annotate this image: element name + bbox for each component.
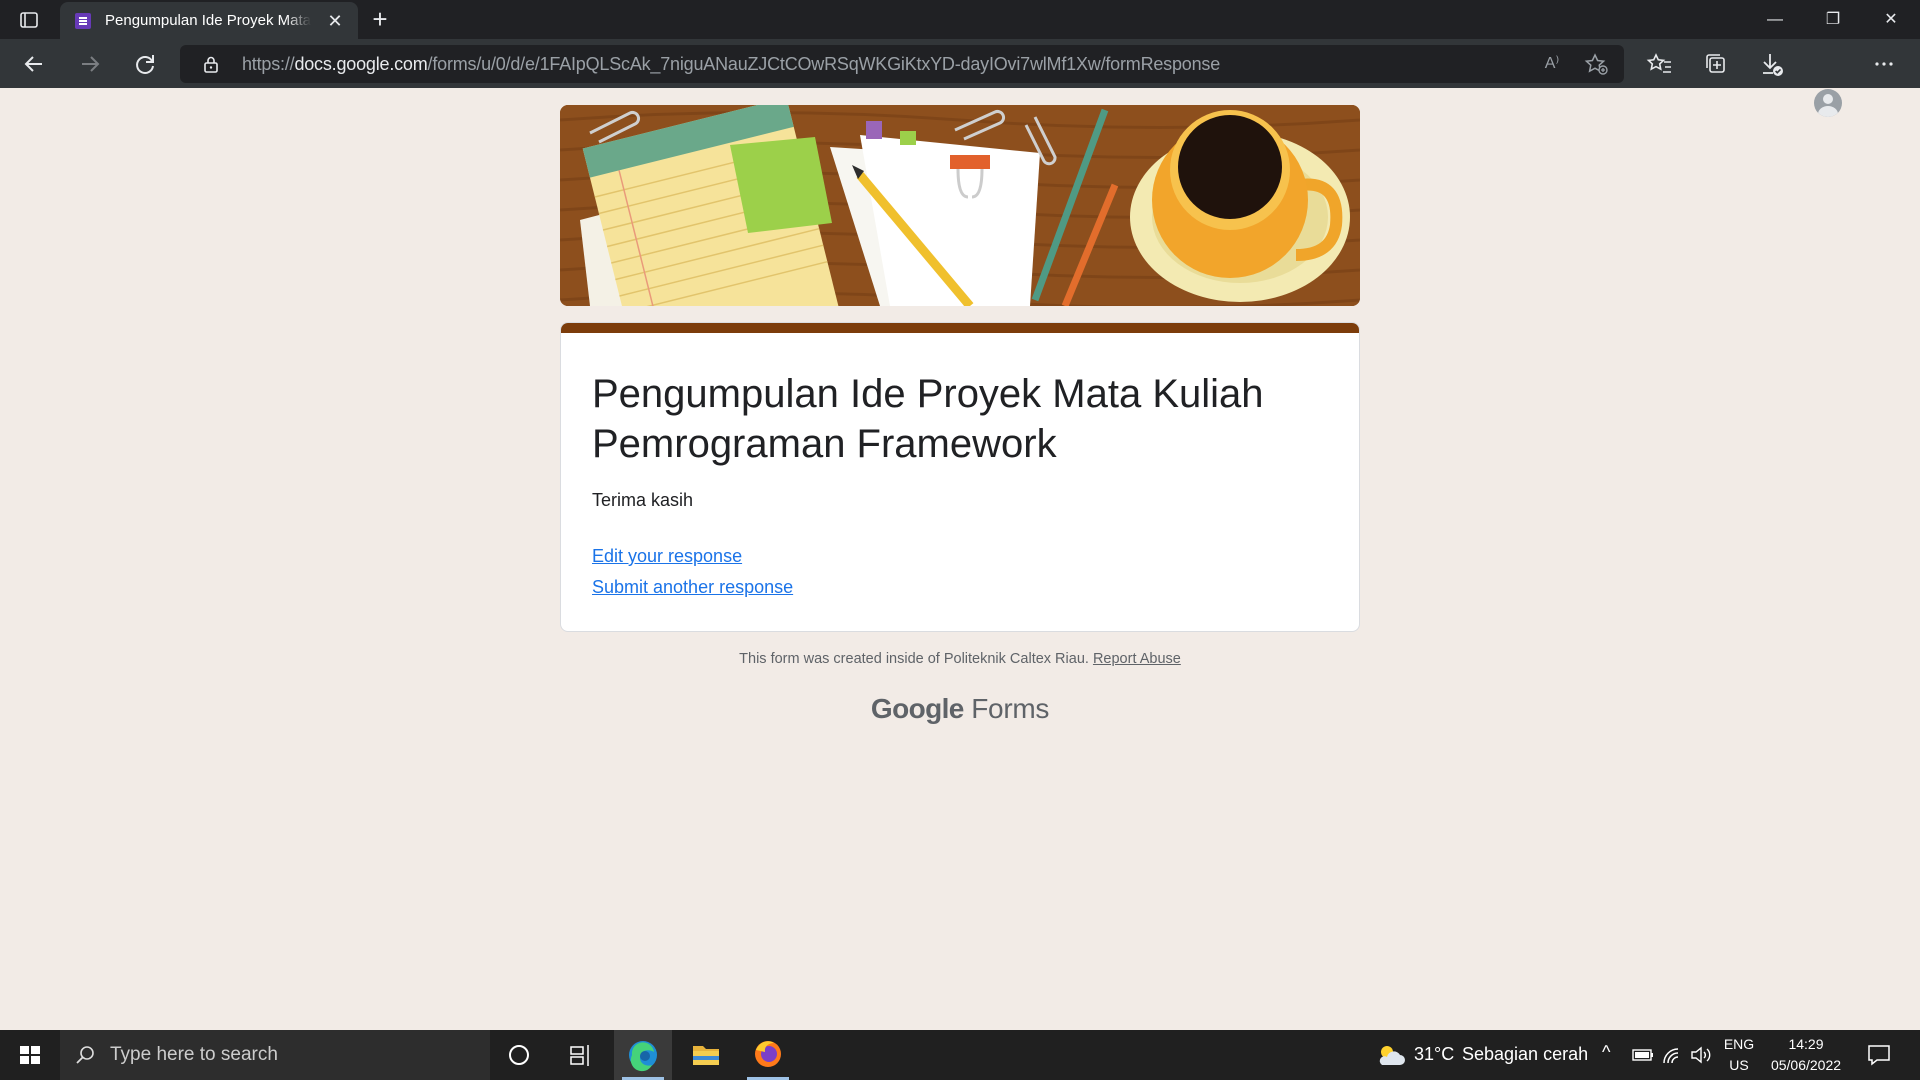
edge-taskbar-icon[interactable]	[614, 1030, 672, 1080]
google-forms-favicon-icon	[75, 13, 91, 29]
form-header-banner-image	[560, 105, 1360, 306]
search-placeholder: Type here to search	[110, 1044, 278, 1065]
back-button[interactable]	[16, 46, 52, 82]
profile-avatar-icon[interactable]	[1814, 89, 1842, 117]
clock-date[interactable]: 05/06/2022	[1764, 1057, 1848, 1073]
file-explorer-icon[interactable]	[677, 1030, 735, 1080]
taskbar-search-box[interactable]: Type here to search	[60, 1030, 490, 1080]
battery-icon[interactable]	[1632, 1046, 1654, 1069]
tab-close-icon[interactable]: ✕	[324, 10, 346, 32]
window-restore-button[interactable]: ❐	[1810, 4, 1856, 36]
volume-icon[interactable]	[1689, 1045, 1713, 1070]
firefox-icon[interactable]	[739, 1030, 797, 1080]
window-close-button[interactable]: ✕	[1868, 4, 1914, 36]
weather-cloud-icon[interactable]	[1374, 1042, 1406, 1073]
footer-disclaimer: This form was created inside of Politekn…	[739, 651, 1089, 667]
form-confirmation-card: Pengumpulan Ide Proyek Mata Kuliah Pemro…	[560, 322, 1360, 632]
confirmation-message: Terima kasih	[592, 490, 694, 510]
form-footer: This form was created inside of Politekn…	[560, 651, 1360, 667]
report-abuse-link[interactable]: Report Abuse	[1093, 651, 1181, 667]
browser-tab-bar: Pengumpulan Ide Proyek Mata Kuliah Pemro…	[0, 0, 1920, 39]
collections-icon[interactable]	[1700, 48, 1732, 80]
search-icon	[76, 1046, 94, 1064]
notifications-icon[interactable]	[1866, 1043, 1892, 1072]
clock-time[interactable]: 14:29	[1764, 1036, 1848, 1052]
task-view-icon[interactable]	[551, 1030, 609, 1080]
refresh-button[interactable]	[127, 46, 163, 82]
browser-toolbar: https://docs.google.com/forms/u/0/d/e/1F…	[0, 39, 1920, 117]
more-menu-icon[interactable]	[1868, 48, 1900, 80]
language-secondary[interactable]: US	[1720, 1057, 1758, 1073]
cortana-icon[interactable]	[490, 1030, 548, 1080]
form-title: Pengumpulan Ide Proyek Mata Kuliah Pemro…	[592, 372, 1264, 466]
theme-color-strip	[561, 323, 1359, 333]
lock-icon[interactable]	[202, 55, 220, 73]
url-text: https://docs.google.com/forms/u/0/d/e/1F…	[242, 54, 1221, 74]
tab-actions-icon[interactable]	[14, 8, 44, 32]
read-aloud-icon[interactable]: A⁾	[1540, 53, 1564, 75]
new-tab-button[interactable]: +	[366, 6, 394, 34]
forward-button[interactable]	[72, 46, 108, 82]
address-bar[interactable]: https://docs.google.com/forms/u/0/d/e/1F…	[180, 45, 1624, 83]
downloads-icon[interactable]	[1756, 48, 1788, 80]
window-minimize-button[interactable]: —	[1752, 4, 1798, 36]
forms-wordmark: Forms	[971, 693, 1050, 724]
language-primary[interactable]: ENG	[1720, 1036, 1758, 1052]
add-favorite-icon[interactable]	[1584, 53, 1608, 75]
windows-taskbar: Type here to search 31°C Sebagian cerah …	[0, 1030, 1920, 1080]
google-forms-logo[interactable]: Google Forms	[560, 693, 1360, 725]
weather-description[interactable]: Sebagian cerah	[1462, 1044, 1588, 1065]
show-hidden-icons-chevron-up-icon[interactable]: ^	[1602, 1042, 1610, 1063]
submit-another-response-link[interactable]: Submit another response	[592, 577, 793, 598]
edit-response-link[interactable]: Edit your response	[592, 546, 742, 567]
windows-start-icon[interactable]	[0, 1030, 60, 1080]
tab-title: Pengumpulan Ide Proyek Mata Kuliah Pemro…	[105, 12, 311, 29]
browser-tab-active[interactable]: Pengumpulan Ide Proyek Mata Kuliah Pemro…	[60, 2, 358, 39]
weather-temperature[interactable]: 31°C	[1414, 1044, 1454, 1065]
wifi-icon[interactable]	[1661, 1045, 1683, 1070]
google-wordmark: Google	[870, 693, 964, 724]
favorites-icon[interactable]	[1644, 48, 1676, 80]
